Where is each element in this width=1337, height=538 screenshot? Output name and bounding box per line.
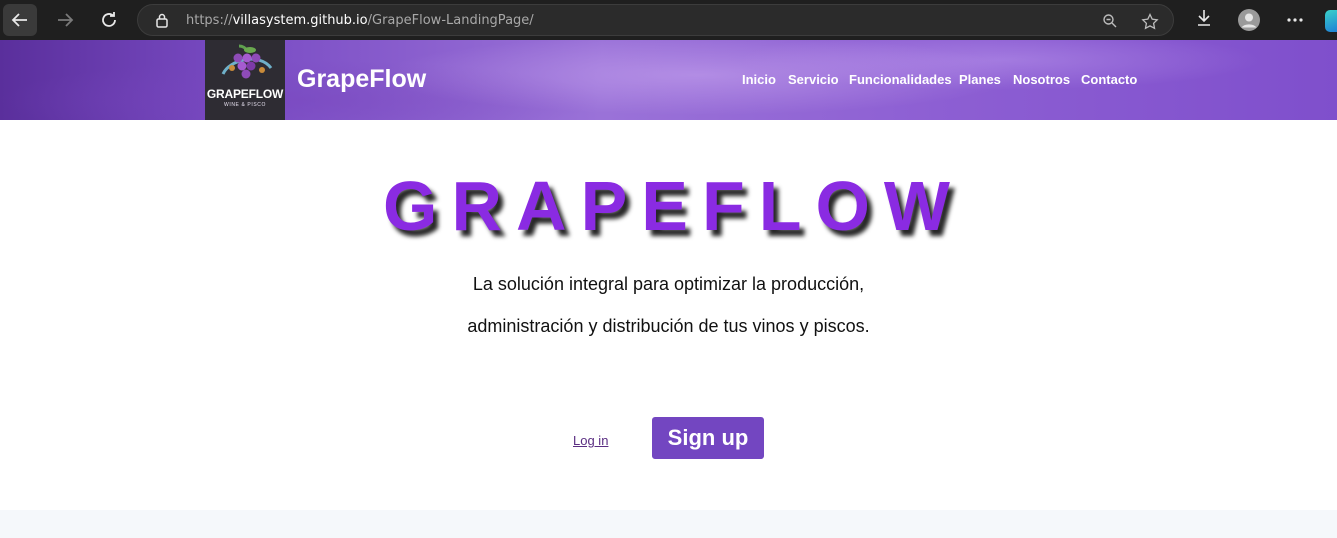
nav-contacto[interactable]: Contacto (1081, 72, 1137, 87)
nav-nosotros[interactable]: Nosotros (1013, 72, 1070, 87)
next-section-band (0, 510, 1337, 538)
url-text: https://villasystem.github.io/GrapeFlow-… (186, 13, 534, 28)
site-header: GRAPEFLOW WINE & PISCO GrapeFlow Inicio … (0, 40, 1337, 120)
reload-icon (102, 12, 116, 27)
nav-planes[interactable]: Planes (959, 72, 1001, 87)
nav-funcionalidades[interactable]: Funcionalidades (849, 72, 952, 87)
zoom-icon[interactable] (1102, 13, 1118, 29)
hero-title: GRAPEFLOW (383, 167, 964, 245)
address-bar[interactable]: https://villasystem.github.io/GrapeFlow-… (137, 4, 1174, 36)
edge-copilot-icon[interactable] (1325, 10, 1337, 32)
star-icon[interactable] (1141, 13, 1159, 30)
url-host: villasystem.github.io (232, 13, 368, 28)
grape-logo-icon (221, 44, 273, 79)
nav-servicio[interactable]: Servicio (788, 72, 839, 87)
url-path: /GrapeFlow-LandingPage/ (367, 13, 534, 28)
hero-subtitle-line1: La solución integral para optimizar la p… (472, 274, 865, 294)
hero-subtitle-line2: administración y distribución de tus vin… (467, 316, 870, 336)
lock-icon (156, 13, 168, 28)
forward-arrow-icon (58, 13, 74, 27)
logo[interactable]: GRAPEFLOW WINE & PISCO (205, 40, 285, 120)
forward-button[interactable] (48, 4, 82, 36)
signup-button[interactable]: Sign up (652, 417, 764, 459)
browser-toolbar: https://villasystem.github.io/GrapeFlow-… (0, 0, 1337, 40)
logo-subtext: WINE & PISCO (224, 102, 266, 108)
url-scheme: https:// (186, 13, 233, 28)
brand-name[interactable]: GrapeFlow (297, 65, 426, 94)
back-button[interactable] (3, 4, 37, 36)
profile-icon[interactable] (1237, 8, 1261, 32)
back-arrow-icon (11, 13, 27, 27)
download-icon[interactable] (1195, 8, 1213, 28)
login-link[interactable]: Log in (573, 433, 608, 448)
more-icon[interactable] (1286, 12, 1304, 28)
reload-button[interactable] (92, 4, 126, 36)
nav-inicio[interactable]: Inicio (742, 72, 776, 87)
logo-wordmark: GRAPEFLOW (206, 87, 284, 101)
